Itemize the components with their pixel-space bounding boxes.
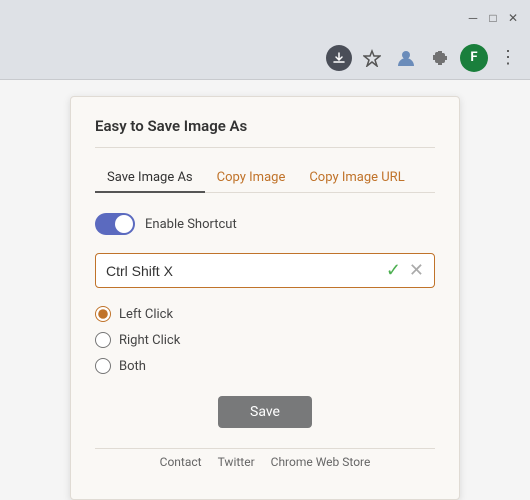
window-controls: ─ □ ✕ [464, 9, 522, 27]
popup-panel: Easy to Save Image As Save Image As Copy… [70, 96, 460, 500]
save-row: Save [95, 396, 435, 428]
profile-avatar[interactable]: F [460, 44, 488, 72]
browser-content: Easy to Save Image As Save Image As Copy… [0, 80, 530, 500]
more-icon[interactable]: ⋮ [494, 44, 522, 72]
shortcut-clear-icon[interactable]: ✕ [409, 260, 424, 281]
close-button[interactable]: ✕ [504, 9, 522, 27]
tab-copy-image[interactable]: Copy Image [205, 164, 298, 193]
download-icon[interactable] [326, 45, 352, 71]
radio-right-click[interactable]: Right Click [95, 332, 435, 348]
shortcut-input-row: ✓ ✕ [95, 253, 435, 288]
tab-save-image-as[interactable]: Save Image As [95, 164, 205, 193]
extension-icon[interactable] [392, 44, 420, 72]
enable-shortcut-label: Enable Shortcut [145, 217, 237, 232]
tab-copy-image-url[interactable]: Copy Image URL [297, 164, 416, 193]
radio-both[interactable]: Both [95, 358, 435, 374]
chrome-web-store-link[interactable]: Chrome Web Store [271, 455, 371, 469]
save-button[interactable]: Save [218, 396, 312, 428]
enable-shortcut-toggle[interactable] [95, 213, 135, 235]
more-dots: ⋮ [499, 47, 517, 68]
shortcut-confirm-icon[interactable]: ✓ [386, 260, 401, 281]
enable-shortcut-row: Enable Shortcut [95, 213, 435, 235]
shortcut-input[interactable] [106, 263, 386, 279]
browser-toolbar: F ⋮ [0, 36, 530, 80]
maximize-button[interactable]: □ [484, 9, 502, 27]
radio-both-input[interactable] [95, 358, 111, 374]
radio-left-click-label: Left Click [119, 307, 173, 322]
twitter-link[interactable]: Twitter [218, 455, 255, 469]
radio-left-click-input[interactable] [95, 306, 111, 322]
radio-left-click[interactable]: Left Click [95, 306, 435, 322]
minimize-button[interactable]: ─ [464, 9, 482, 27]
radio-both-label: Both [119, 359, 146, 374]
shortcut-icons: ✓ ✕ [386, 260, 424, 281]
popup-title: Easy to Save Image As [95, 117, 435, 148]
contact-link[interactable]: Contact [160, 455, 202, 469]
footer-links: Contact Twitter Chrome Web Store [95, 448, 435, 469]
star-icon[interactable] [358, 44, 386, 72]
extensions-icon[interactable] [426, 44, 454, 72]
click-type-radio-group: Left Click Right Click Both [95, 306, 435, 374]
radio-right-click-label: Right Click [119, 333, 180, 348]
radio-right-click-input[interactable] [95, 332, 111, 348]
title-bar: ─ □ ✕ [0, 0, 530, 36]
shortcut-input-wrapper: ✓ ✕ [95, 253, 435, 288]
tabs-bar: Save Image As Copy Image Copy Image URL [95, 164, 435, 193]
